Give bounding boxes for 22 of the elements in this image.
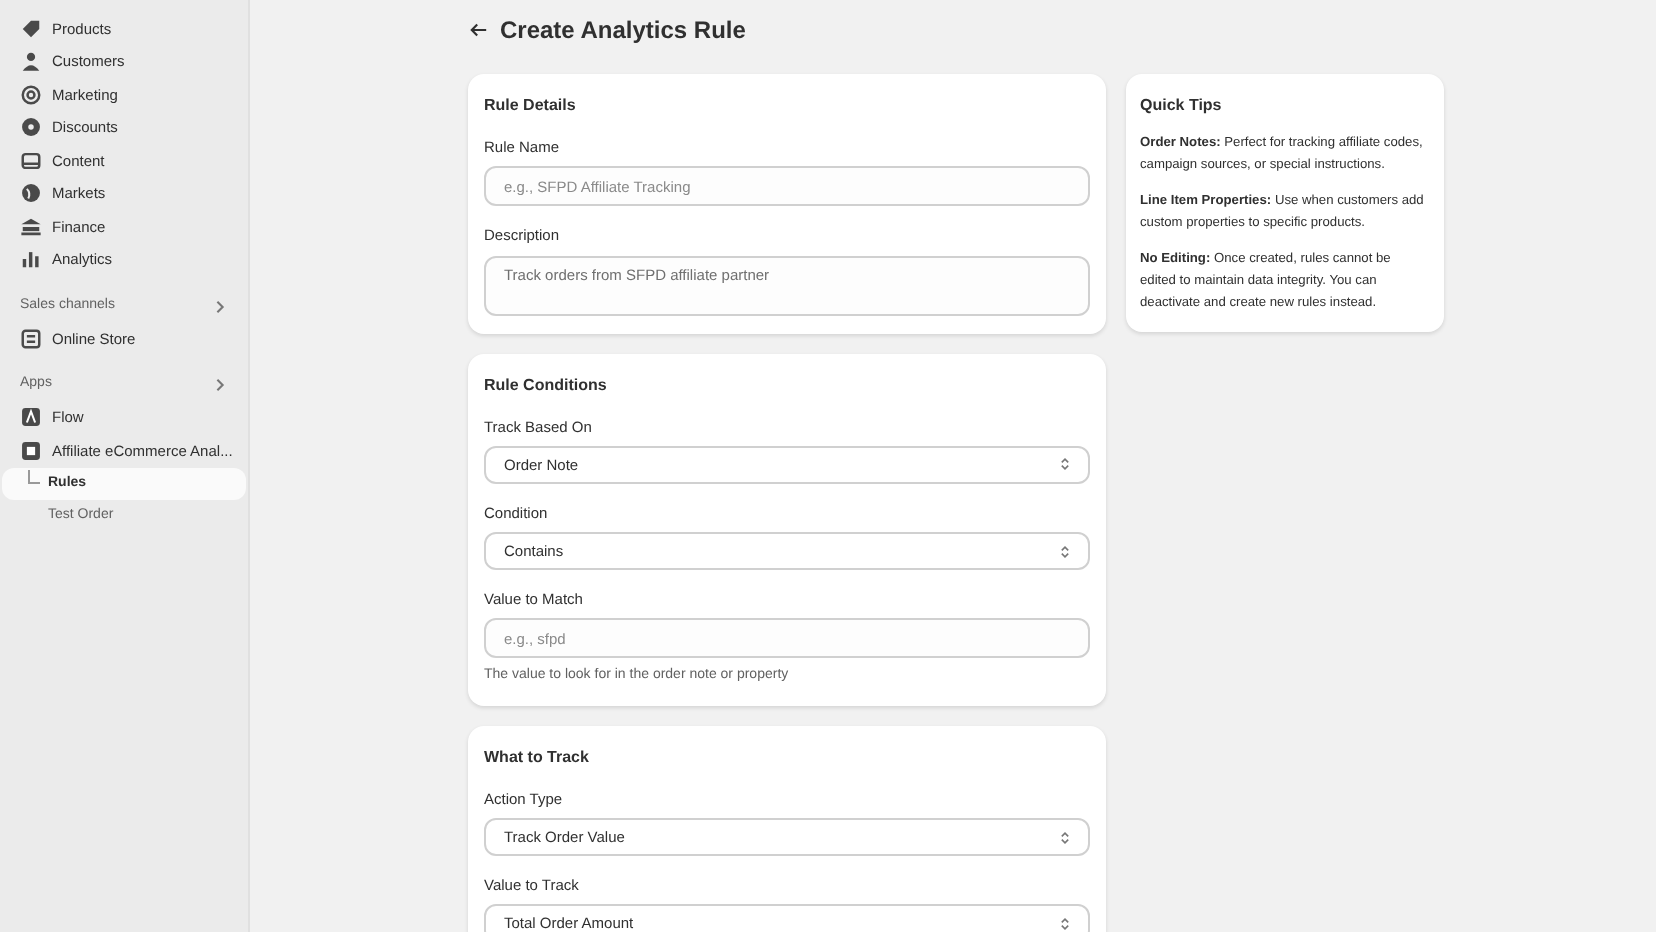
back-arrow-icon[interactable] (470, 22, 488, 38)
discount-icon (20, 116, 42, 139)
tag-icon (20, 17, 42, 40)
tree-connector-icon (28, 469, 40, 485)
up-down-chevron-icon (1060, 829, 1070, 845)
store-icon (20, 327, 42, 350)
bank-icon (20, 215, 42, 238)
bar-chart-icon (20, 248, 42, 271)
app-icon (20, 406, 42, 429)
person-icon (20, 50, 42, 73)
up-down-chevron-icon (1060, 456, 1070, 473)
app-icon (20, 439, 42, 462)
target-icon (20, 83, 42, 106)
chevron-right-icon (214, 299, 226, 313)
chevron-right-icon (214, 378, 226, 392)
page-title: Create Analytics Rule (500, 14, 746, 48)
card-title: Rule Details (484, 94, 578, 118)
card-title: Rule Conditions (484, 373, 609, 397)
card-title: Quick Tips (1140, 94, 1224, 118)
up-down-chevron-icon (1060, 915, 1070, 932)
card-title: What to Track (484, 745, 591, 770)
up-down-chevron-icon (1060, 543, 1070, 559)
